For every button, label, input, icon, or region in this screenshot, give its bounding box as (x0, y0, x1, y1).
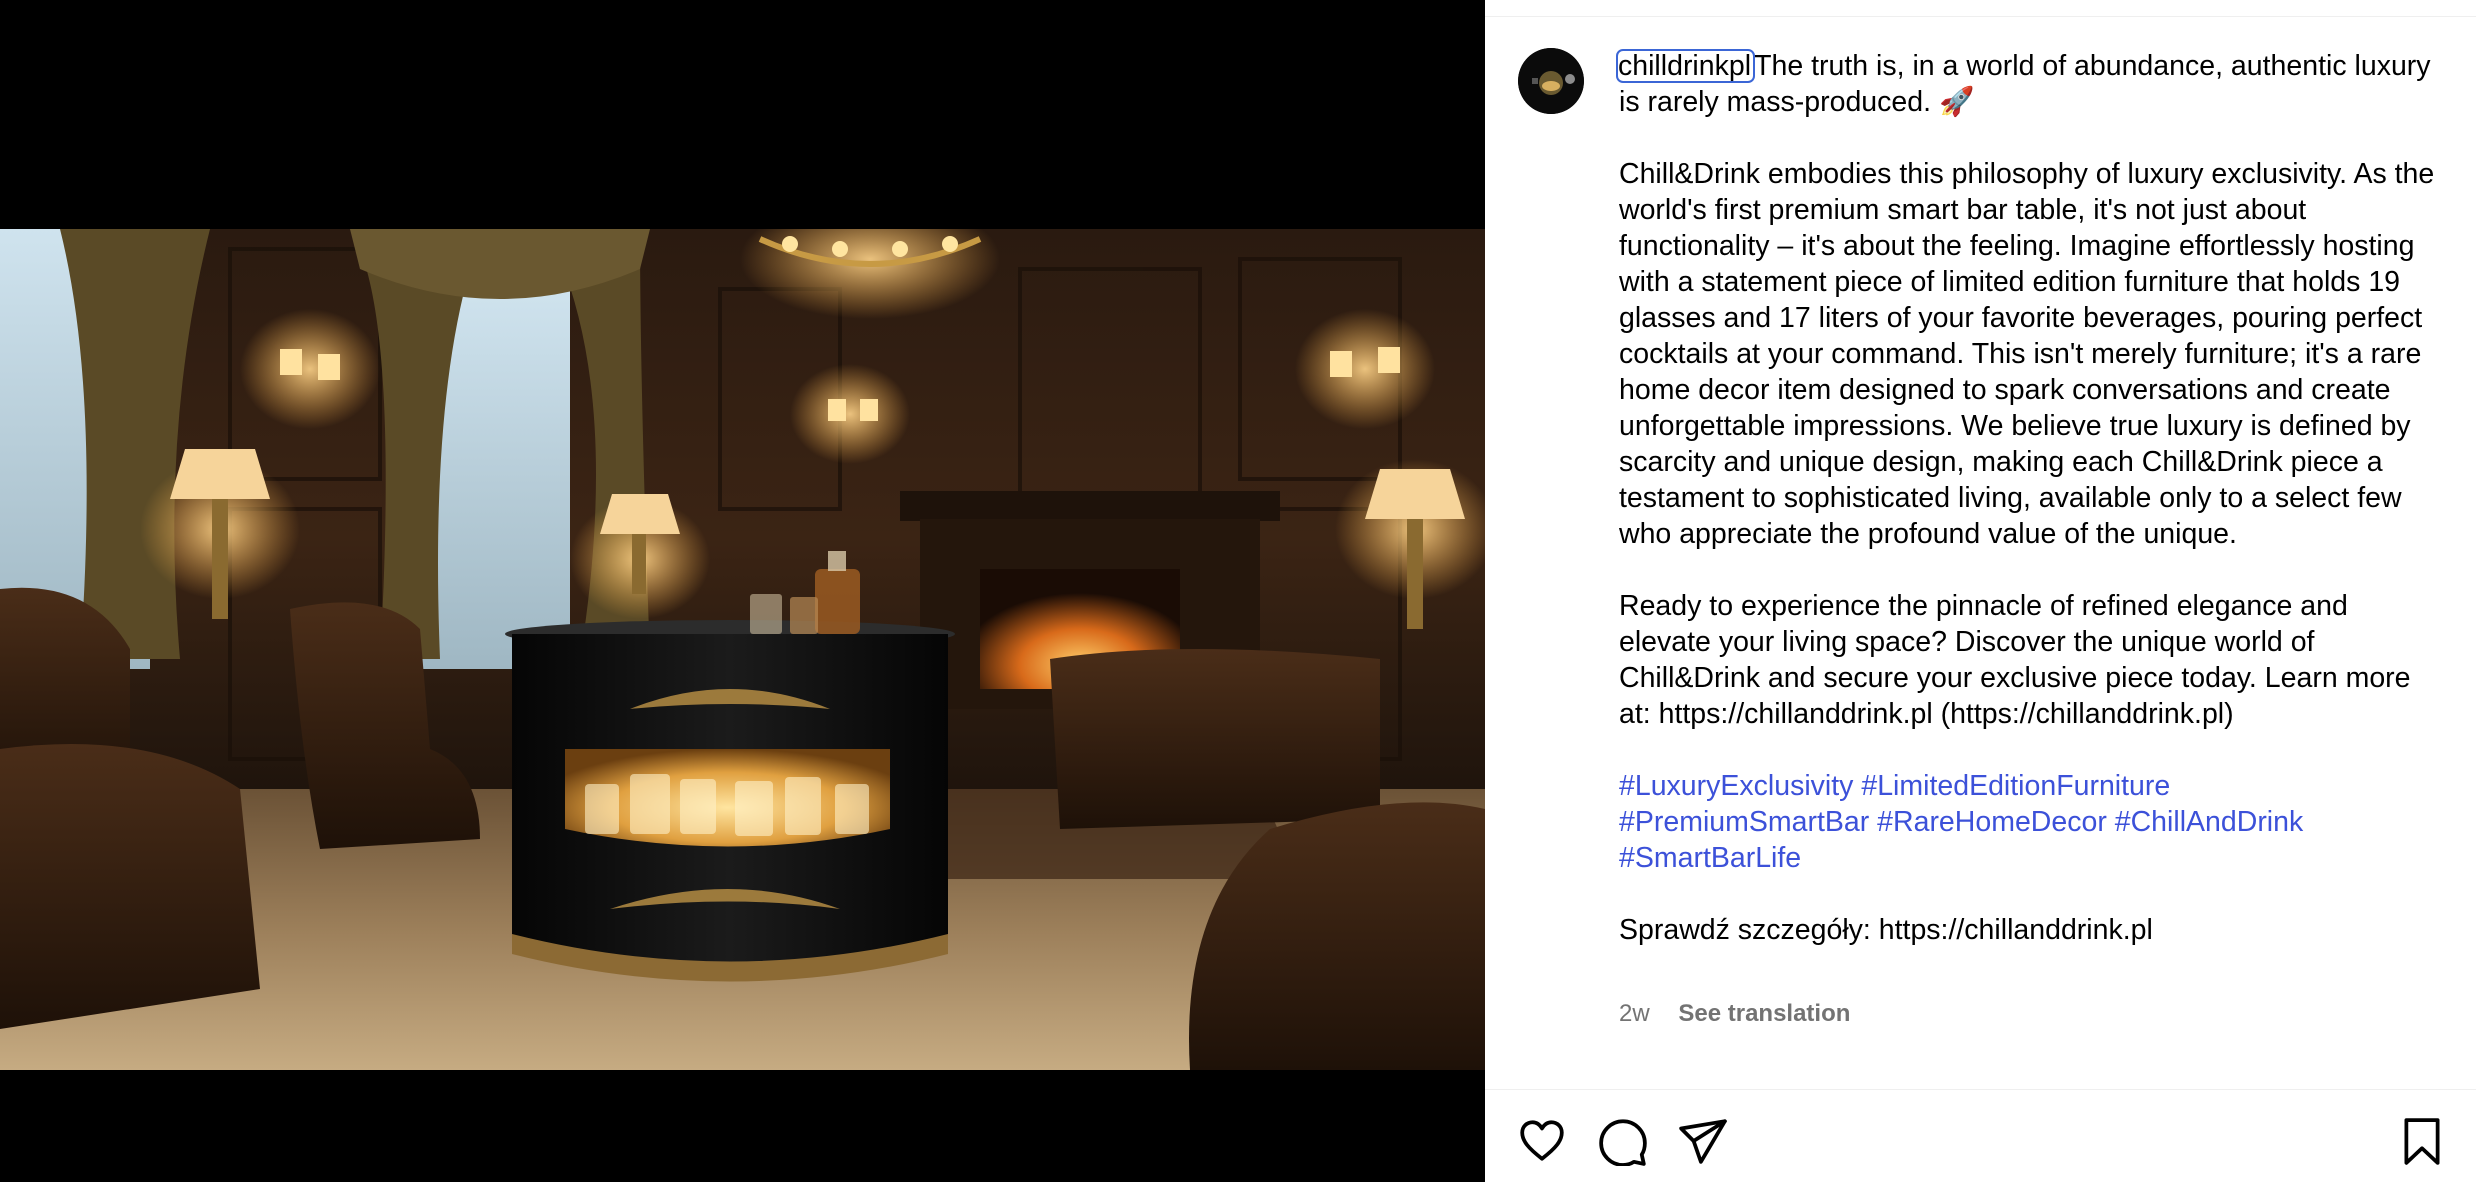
post-photo[interactable] (0, 229, 1485, 1070)
like-button[interactable] (1517, 1116, 1567, 1166)
caption-paragraph: Chill&Drink embodies this philosophy of … (1619, 158, 2435, 550)
post-meta: 2w See translation (1619, 998, 1850, 1030)
post-details-panel: chilldrinkpl The truth is, in a world of … (1485, 0, 2476, 1182)
hashtag-link[interactable]: #PremiumSmartBar (1619, 806, 1869, 838)
post-timestamp: 2w (1619, 1000, 1650, 1027)
caption-intro-paragraph: chilldrinkpl The truth is, in a world of … (1615, 48, 2441, 120)
hashtag-link[interactable]: #SmartBarLife (1619, 842, 1801, 874)
comment-button[interactable] (1598, 1116, 1648, 1166)
hashtag-link[interactable]: #LimitedEditionFurniture (1861, 770, 2170, 802)
see-translation-button[interactable]: See translation (1678, 1000, 1850, 1027)
bookmark-icon (2404, 1118, 2440, 1165)
heart-icon (1520, 1120, 1564, 1161)
hashtag-link[interactable]: #LuxuryExclusivity (1619, 770, 1853, 802)
post-caption: chilldrinkpl The truth is, in a world of … (1615, 48, 2441, 948)
post-media[interactable] (0, 0, 1485, 1182)
profile-avatar[interactable] (1518, 48, 1584, 114)
share-icon (1679, 1119, 1727, 1164)
username-link[interactable]: chilldrinkpl (1615, 49, 1756, 83)
hashtag-list: #LuxuryExclusivity #LimitedEditionFurnit… (1619, 768, 2441, 876)
actions-divider (1485, 1089, 2476, 1090)
hashtag-link[interactable]: #ChillAndDrink (2115, 806, 2304, 838)
comment-icon (1599, 1119, 1647, 1166)
share-button[interactable] (1678, 1116, 1728, 1166)
save-button[interactable] (2397, 1116, 2447, 1166)
caption-paragraph: Ready to experience the pinnacle of refi… (1619, 590, 2411, 730)
caption-paragraph: Sprawdź szczegóły: https://chillanddrink… (1619, 914, 2153, 946)
panel-divider (1485, 16, 2476, 17)
hashtag-link[interactable]: #RareHomeDecor (1877, 806, 2107, 838)
